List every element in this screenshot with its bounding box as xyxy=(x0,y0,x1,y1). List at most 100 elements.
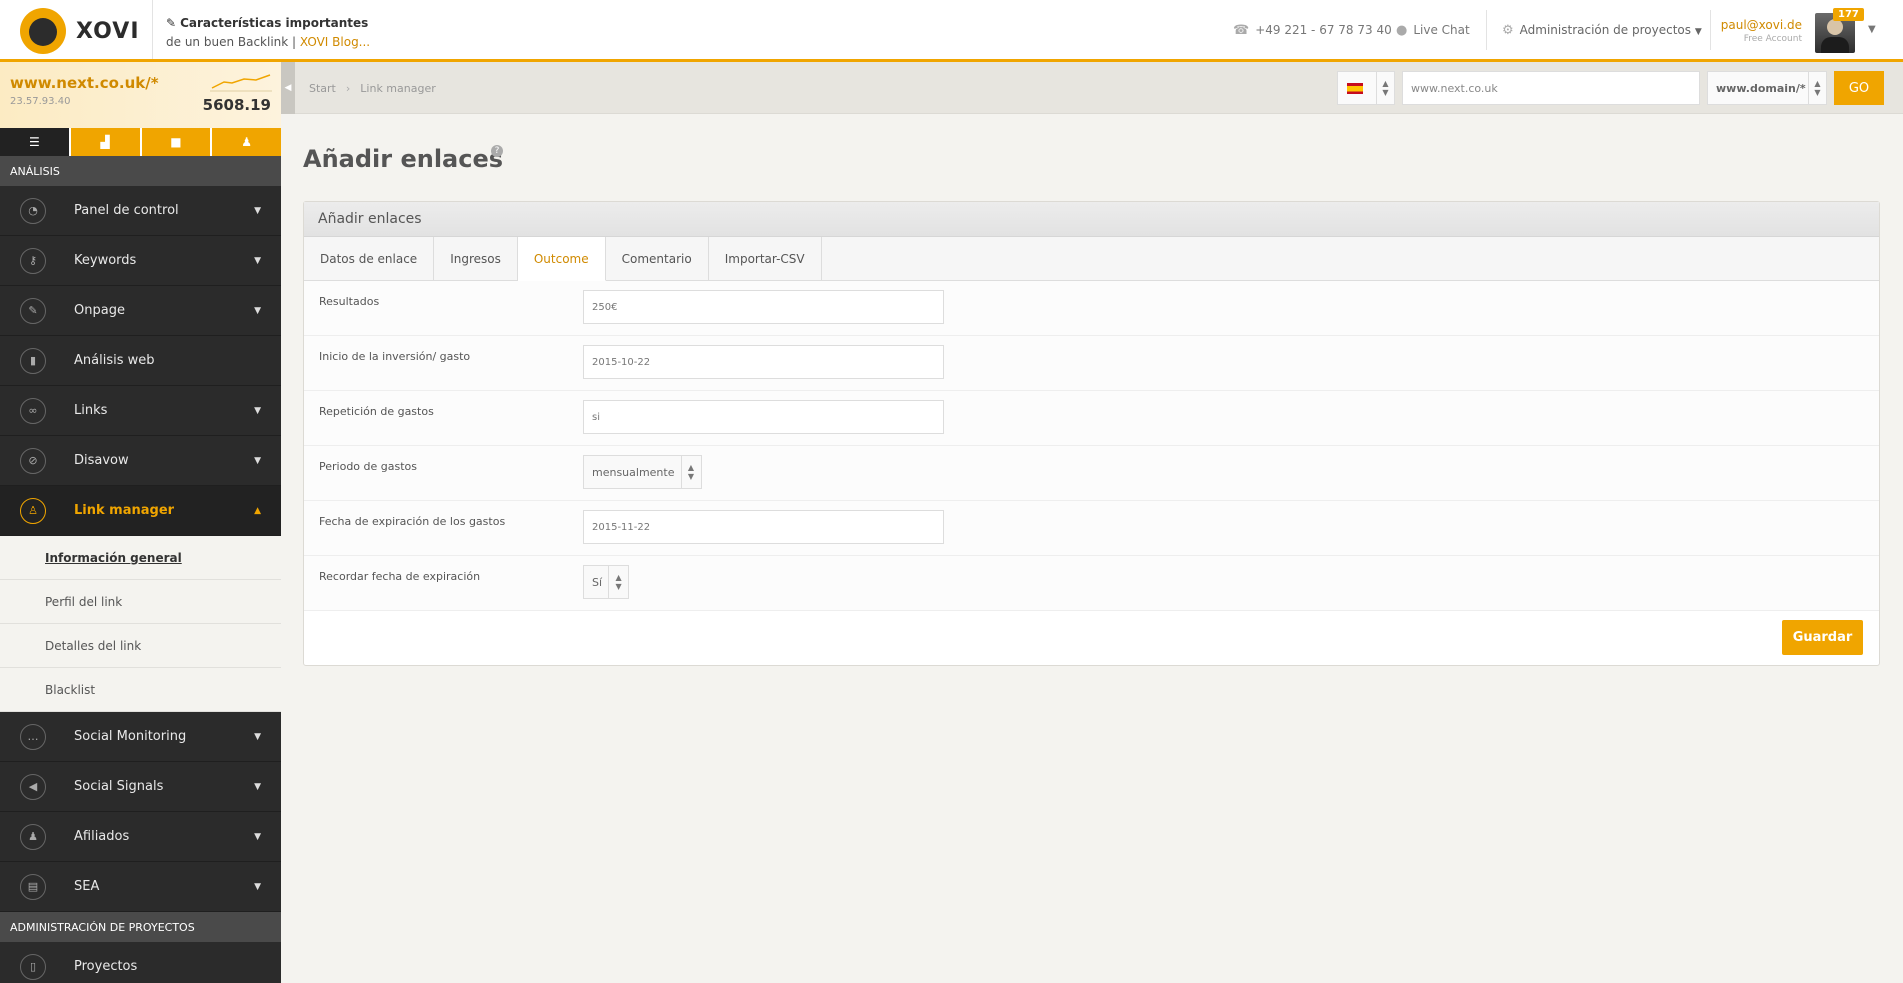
speech-icon: … xyxy=(20,723,46,750)
megaphone-icon: ◀ xyxy=(20,773,46,800)
subnav-detalles-del-link[interactable]: Detalles del link xyxy=(0,624,281,668)
list-view-tab[interactable]: ☰ xyxy=(0,128,69,156)
sidebar-item-disavow[interactable]: ⊘ Disavow ▼ xyxy=(0,436,281,486)
bar-chart-icon: ▮ xyxy=(20,347,46,374)
periodo-select[interactable]: mensualmente ▲ ▼ xyxy=(583,455,702,489)
help-icon[interactable]: ? xyxy=(491,145,503,157)
sidebar-item-panel-de-control[interactable]: ◔ Panel de control ▼ xyxy=(0,186,281,236)
inicio-label: Inicio de la inversión/ gasto xyxy=(319,350,471,363)
subnav-informacion-general[interactable]: Información general xyxy=(0,536,281,580)
project-admin-label: Administración de proyectos xyxy=(1519,23,1691,37)
tab-importar-csv[interactable]: Importar-CSV xyxy=(709,237,822,280)
chevron-right-icon: › xyxy=(345,82,351,95)
sidebar-item-social-monitoring[interactable]: … Social Monitoring ▼ xyxy=(0,712,281,762)
go-button[interactable]: GO xyxy=(1834,71,1884,105)
sidebar-item-label: Keywords xyxy=(74,253,137,268)
project-ip: 23.57.93.40 xyxy=(10,96,71,107)
tab-datos-de-enlace[interactable]: Datos de enlace xyxy=(304,237,435,280)
sidebar-item-label: Links xyxy=(74,403,108,418)
sidebar-item-proyectos[interactable]: ▯ Proyectos xyxy=(0,942,281,983)
sidebar-item-label: Panel de control xyxy=(74,203,179,218)
section-header-projects: ADMINISTRACIÓN DE PROYECTOS xyxy=(0,912,281,942)
people-icon: ♟ xyxy=(20,823,46,850)
form-row-expiracion: Fecha de expiración de los gastos xyxy=(304,501,1879,556)
project-domain-box[interactable]: www.next.co.uk/* 23.57.93.40 5608.19 xyxy=(0,62,281,128)
country-select[interactable]: ▲ ▼ xyxy=(1337,71,1395,105)
sidebar-item-onpage[interactable]: ✎ Onpage ▼ xyxy=(0,286,281,336)
top-header: XOVI ✎ Características importantes de un … xyxy=(0,0,1903,62)
sidebar-item-links[interactable]: ∞ Links ▼ xyxy=(0,386,281,436)
periodo-value: mensualmente xyxy=(592,465,675,479)
spain-flag-icon xyxy=(1347,82,1363,94)
chevron-down-icon[interactable]: ▼ xyxy=(1868,24,1876,35)
tab-comentario[interactable]: Comentario xyxy=(606,237,709,280)
repeticion-label: Repetición de gastos xyxy=(319,405,434,418)
live-chat-link[interactable]: ● Live Chat xyxy=(1396,23,1470,38)
chevron-down-icon: ▼ xyxy=(254,455,261,466)
tab-ingresos[interactable]: Ingresos xyxy=(434,237,518,280)
subnav-blacklist[interactable]: Blacklist xyxy=(0,668,281,712)
folder-tab[interactable]: ■ xyxy=(141,128,211,156)
logo-mark-icon xyxy=(20,8,66,54)
sidebar-item-link-manager[interactable]: ♙ Link manager ▲ xyxy=(0,486,281,536)
periodo-label: Periodo de gastos xyxy=(319,460,418,473)
spinner-arrows-icon: ▲ ▼ xyxy=(1376,72,1394,104)
chat-bubble-icon: ● xyxy=(1396,23,1408,38)
ovi-score: 5608.19 xyxy=(202,96,271,114)
sidebar-item-analisis-web[interactable]: ▮ Análisis web xyxy=(0,336,281,386)
folder-icon: ■ xyxy=(170,135,182,149)
header-divider xyxy=(152,0,153,59)
users-tab[interactable]: ♟ xyxy=(212,128,281,156)
phone-icon: ☎ xyxy=(1233,23,1250,38)
gauge-icon: ◔ xyxy=(20,197,46,224)
news-ticker[interactable]: ✎ Características importantes de un buen … xyxy=(166,14,370,52)
sidebar-item-sea[interactable]: ▤ SEA ▼ xyxy=(0,862,281,912)
panel-title: Añadir enlaces xyxy=(304,202,1879,237)
gear-icon: ⚙ xyxy=(1502,23,1514,38)
recordar-value: Sí xyxy=(592,575,603,589)
user-info[interactable]: paul@xovi.de Free Account xyxy=(1700,18,1802,44)
xovi-logo[interactable]: XOVI xyxy=(20,7,150,55)
breadcrumb-bar: ◀ Start›Link manager ▲▼ www.domain/* ▲▼ … xyxy=(281,62,1903,114)
sidebar-item-social-signals[interactable]: ◀ Social Signals ▼ xyxy=(0,762,281,812)
form-row-repeticion: Repetición de gastos xyxy=(304,391,1879,446)
recordar-label: Recordar fecha de expiración xyxy=(319,570,481,583)
live-chat-label: Live Chat xyxy=(1413,23,1470,37)
expiracion-date-field[interactable] xyxy=(583,510,944,544)
chevron-up-icon: ▲ xyxy=(254,505,261,516)
list-icon: ☰ xyxy=(28,135,40,149)
sidebar: www.next.co.uk/* 23.57.93.40 5608.19 ☰ ▟… xyxy=(0,62,281,983)
project-admin-menu[interactable]: ⚙ Administración de proyectos ▼ xyxy=(1502,23,1702,38)
url-input[interactable] xyxy=(1402,71,1700,105)
resultados-field[interactable] xyxy=(583,290,944,324)
sidebar-item-label: SEA xyxy=(74,879,100,894)
breadcrumb-current: Link manager xyxy=(360,82,436,95)
notification-badge[interactable]: 177 xyxy=(1833,8,1864,21)
tab-outcome[interactable]: Outcome xyxy=(517,237,606,281)
sidebar-item-label: Disavow xyxy=(74,453,129,468)
subnav-perfil-del-link[interactable]: Perfil del link xyxy=(0,580,281,624)
sidebar-item-keywords[interactable]: ⚷ Keywords ▼ xyxy=(0,236,281,286)
phone-number: +49 221 - 67 78 73 40 xyxy=(1255,23,1392,37)
blog-link[interactable]: XOVI Blog... xyxy=(300,35,370,49)
sidebar-item-afiliados[interactable]: ♟ Afiliados ▼ xyxy=(0,812,281,862)
save-button[interactable]: Guardar xyxy=(1782,620,1863,655)
spinner-arrows-icon: ▲ ▼ xyxy=(680,456,701,488)
sidebar-item-label: Proyectos xyxy=(74,959,138,974)
project-domain: www.next.co.uk/* xyxy=(10,74,159,92)
repeticion-field[interactable] xyxy=(583,400,944,434)
breadcrumb-start[interactable]: Start xyxy=(309,82,336,95)
support-phone: ☎ +49 221 - 67 78 73 40 xyxy=(1233,23,1392,38)
sidebar-collapse-button[interactable]: ◀ xyxy=(281,62,295,114)
user-email: paul@xovi.de xyxy=(1720,18,1802,32)
news-text: de un buen Backlink | xyxy=(166,35,297,49)
domain-mode-select[interactable]: www.domain/* ▲ ▼ xyxy=(1707,71,1827,105)
link-manager-icon: ♙ xyxy=(20,497,46,524)
form-row-resultados: Resultados xyxy=(304,281,1879,336)
stats-tab[interactable]: ▟ xyxy=(70,128,140,156)
inicio-date-field[interactable] xyxy=(583,345,944,379)
chevron-left-icon: ◀ xyxy=(284,83,292,93)
chevron-down-icon: ▼ xyxy=(254,731,261,742)
resultados-label: Resultados xyxy=(319,295,380,308)
recordar-select[interactable]: Sí ▲ ▼ xyxy=(583,565,630,599)
